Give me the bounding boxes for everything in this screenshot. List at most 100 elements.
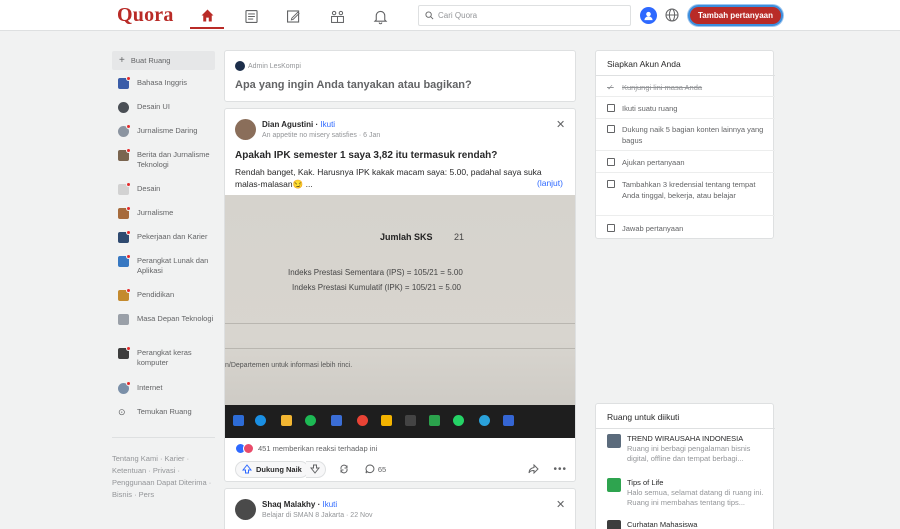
sidebar-divider xyxy=(112,437,215,438)
create-space-button[interactable]: + Buat Ruang xyxy=(112,51,215,70)
space-icon xyxy=(607,478,621,492)
profile-avatar[interactable] xyxy=(640,7,657,24)
setup-title: Siapkan Akun Anda xyxy=(607,59,681,69)
sidebar-item-desain[interactable]: Desain xyxy=(112,182,215,195)
setup-task-ask[interactable]: Ajukan pertanyaan xyxy=(607,157,767,168)
sidebar-item-bahasa-inggris[interactable]: Bahasa Inggris xyxy=(112,76,215,89)
share-icon[interactable] xyxy=(528,464,540,474)
space-icon xyxy=(118,124,131,137)
sidebar-item-internet[interactable]: Internet xyxy=(112,381,215,394)
author-avatar[interactable] xyxy=(235,499,256,520)
sidebar-item-pendidikan[interactable]: Pendidikan xyxy=(112,288,215,301)
space-name[interactable]: TREND WIRAUSAHA INDONESIA xyxy=(627,434,767,444)
comment-button[interactable]: 65 xyxy=(365,464,386,474)
post-title[interactable]: Apakah IPK semester 1 saya 3,82 itu term… xyxy=(235,150,497,161)
image-sks-value: 21 xyxy=(454,232,465,242)
downvote-icon xyxy=(310,464,321,474)
user-avatar-icon xyxy=(644,11,653,21)
post-more-actions: ••• xyxy=(528,464,567,475)
space-name[interactable]: Tips of Life xyxy=(627,478,767,488)
checkbox[interactable] xyxy=(607,125,615,133)
upvote-button[interactable]: Dukung Naik xyxy=(235,460,309,478)
search-input[interactable] xyxy=(438,11,618,20)
space-suggestion[interactable]: Tips of Life Halo semua, selamat datang … xyxy=(607,478,767,508)
setup-task-answer[interactable]: Jawab pertanyaan xyxy=(607,223,767,234)
sidebar-item-jurnalisme-daring[interactable]: Jurnalisme Daring xyxy=(112,124,215,137)
setup-task-credentials[interactable]: Tambahkan 3 kredensial tentang tempat An… xyxy=(607,179,767,201)
checkmark-icon: ✓ xyxy=(607,83,614,92)
post-actions: Dukung Naik 65 ••• xyxy=(235,460,567,478)
spaces-nav-button[interactable] xyxy=(320,3,354,29)
sidebar-item-perangkat-keras[interactable]: Perangkat keras komputer xyxy=(112,346,215,368)
home-nav-button[interactable] xyxy=(190,3,224,29)
sidebar-item-masa-depan-teknologi[interactable]: Masa Depan Teknologi xyxy=(112,314,215,325)
setup-task-visit-feed[interactable]: ✓ Kunjungi lini masa Anda xyxy=(607,82,767,93)
post-image[interactable]: Jumlah SKS 21 Indeks Prestasi Sementara … xyxy=(225,195,575,438)
discover-spaces-link[interactable]: ⊙ Temukan Ruang xyxy=(112,407,215,417)
search-box[interactable] xyxy=(418,5,631,26)
reaction-summary[interactable]: 451 memberikan reaksi terhadap ini xyxy=(235,443,377,454)
home-icon xyxy=(201,9,213,21)
space-name[interactable]: Curhatan Mahasiswa xyxy=(627,520,697,529)
account-setup-card: Siapkan Akun Anda ✓ Kunjungi lini masa A… xyxy=(595,50,775,239)
plus-icon: + xyxy=(119,55,125,66)
space-icon xyxy=(118,314,129,325)
answer-nav-button[interactable] xyxy=(276,3,310,29)
top-navbar: Quora Tambah pertanyaan xyxy=(0,0,900,31)
space-suggestion[interactable]: TREND WIRAUSAHA INDONESIA Ruang ini berb… xyxy=(607,434,767,464)
language-button[interactable] xyxy=(663,6,681,24)
sidebar-item-label: Perangkat Lunak dan Aplikasi xyxy=(137,256,209,275)
image-taskbar xyxy=(225,405,575,438)
post-body[interactable]: Rendah banget, Kak. Harusnya IPK kakak m… xyxy=(235,166,567,190)
checkbox[interactable] xyxy=(607,104,615,112)
ask-user: Admin LesKompi xyxy=(235,61,301,71)
notifications-nav-button[interactable] xyxy=(363,3,397,29)
sidebar-item-desain-ui[interactable]: Desain UI xyxy=(112,102,215,113)
sidebar-item-perangkat-lunak[interactable]: Perangkat Lunak dan Aplikasi xyxy=(112,254,215,276)
ask-prompt[interactable]: Apa yang ingin Anda tanyakan atau bagika… xyxy=(235,79,472,91)
task-label: Kunjungi lini masa Anda xyxy=(622,83,703,92)
setup-task-follow-space[interactable]: Ikuti suatu ruang xyxy=(607,103,767,114)
sidebar-item-label: Bahasa Inggris xyxy=(137,78,188,87)
ask-question-card[interactable]: Admin LesKompi Apa yang ingin Anda tanya… xyxy=(224,50,576,102)
footer-links[interactable]: Tentang Kami · Karier · Ketentuan · Priv… xyxy=(112,453,217,501)
sidebar-item-berita-jurnalisme-teknologi[interactable]: Berita dan Jurnalisme Teknologi xyxy=(112,148,217,170)
more-options-icon[interactable]: ••• xyxy=(553,464,567,475)
space-icon xyxy=(118,381,131,394)
following-nav-button[interactable] xyxy=(234,3,268,29)
checkbox[interactable] xyxy=(607,224,615,232)
spaces-icon xyxy=(330,10,344,23)
setup-task-upvote[interactable]: Dukung naik 5 bagian konten lainnya yang… xyxy=(607,124,767,146)
checkbox[interactable] xyxy=(607,180,615,188)
share-repost-button[interactable] xyxy=(339,464,352,474)
author-credential: An appetite no misery satisfies · 6 Jan xyxy=(262,132,381,139)
close-icon[interactable]: ✕ xyxy=(556,118,565,131)
reaction-count: 451 memberikan reaksi terhadap ini xyxy=(258,444,378,453)
author-name[interactable]: Shaq Malakhy xyxy=(262,500,315,509)
sidebar-item-jurnalisme[interactable]: Jurnalisme xyxy=(112,206,215,219)
follow-link[interactable]: Ikuti xyxy=(322,500,337,509)
feed-post: Dian Agustini · Ikuti An appetite no mis… xyxy=(224,108,576,482)
space-icon xyxy=(607,520,621,529)
downvote-button[interactable] xyxy=(305,460,326,478)
follow-link[interactable]: Ikuti xyxy=(320,120,335,129)
read-more-link[interactable]: (lanjut) xyxy=(537,178,563,188)
post-author: Dian Agustini · Ikuti xyxy=(262,120,336,129)
close-icon[interactable]: ✕ xyxy=(556,498,565,511)
space-icon xyxy=(118,230,131,243)
bell-icon xyxy=(373,10,387,24)
sidebar-item-pekerjaan-karier[interactable]: Pekerjaan dan Karier xyxy=(112,230,215,243)
sidebar-item-label: Perangkat keras komputer xyxy=(137,348,192,367)
space-suggestion[interactable]: Curhatan Mahasiswa xyxy=(607,520,767,529)
add-question-button[interactable]: Tambah pertanyaan xyxy=(688,5,783,26)
sidebar-item-label: Masa Depan Teknologi xyxy=(137,314,214,323)
task-label: Ikuti suatu ruang xyxy=(622,104,678,113)
space-icon xyxy=(118,254,131,267)
checkbox[interactable] xyxy=(607,158,615,166)
space-icon xyxy=(118,76,131,89)
quora-logo[interactable]: Quora xyxy=(117,4,174,27)
author-name[interactable]: Dian Agustini xyxy=(262,120,313,129)
comment-count: 65 xyxy=(377,464,387,474)
spaces-to-follow-card: Ruang untuk diikuti TREND WIRAUSAHA INDO… xyxy=(595,403,775,529)
author-avatar[interactable] xyxy=(235,119,256,140)
